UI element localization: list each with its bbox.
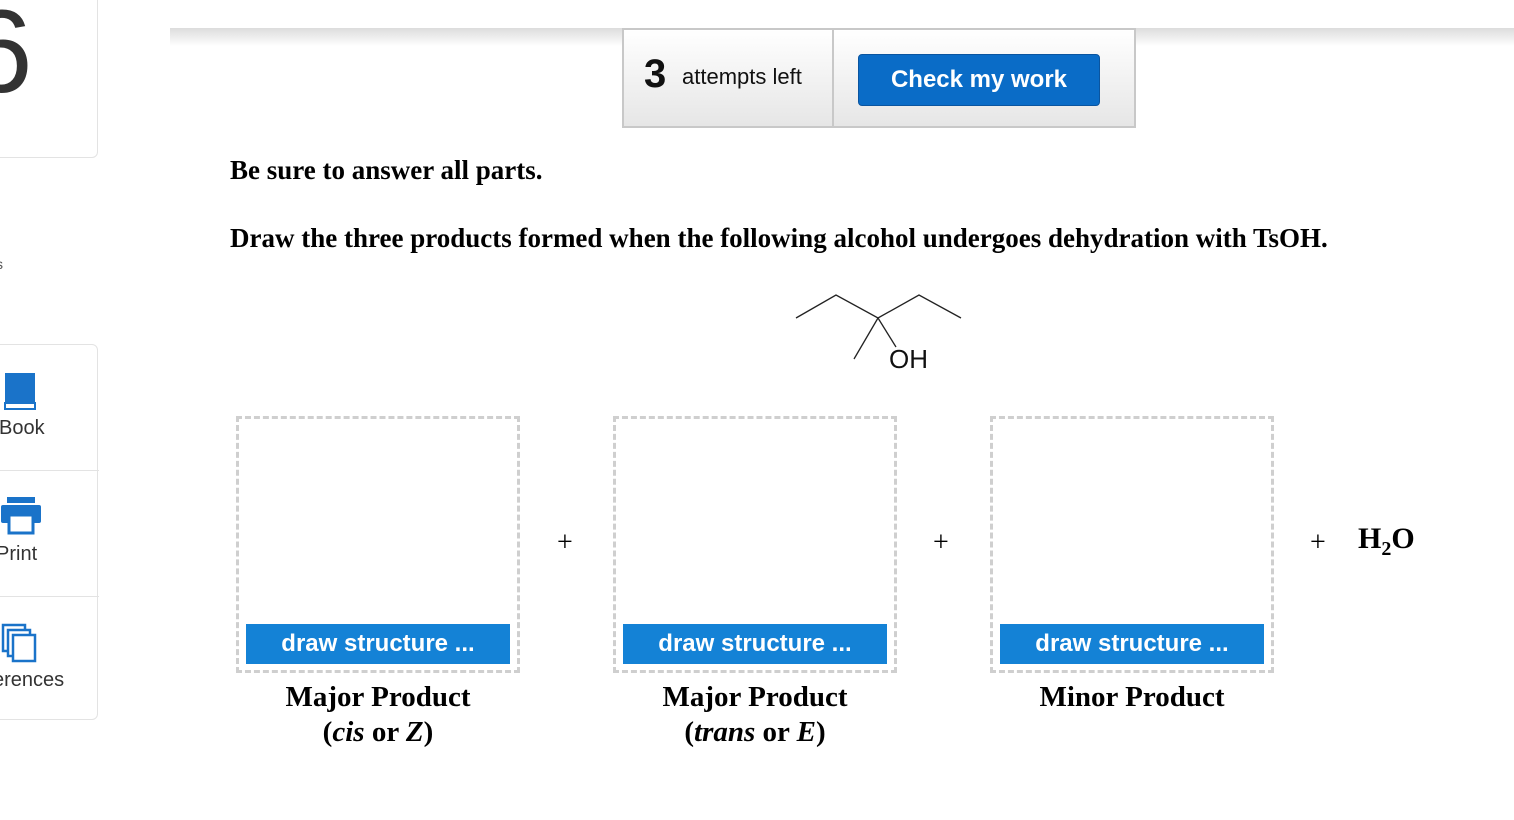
draw-structure-button-3[interactable]: draw structure ... xyxy=(1000,624,1264,664)
water-formula: H2O xyxy=(1358,522,1415,561)
product-label-1: Major Product (cis or Z) xyxy=(236,680,520,750)
product-label-stereo: (cis or Z) xyxy=(322,716,434,748)
draw-structure-button-1[interactable]: draw structure ... xyxy=(246,624,510,664)
product-label-stereo: (trans or E) xyxy=(684,716,826,748)
references-label: erences xyxy=(0,669,65,691)
check-my-work-button[interactable]: Check my work xyxy=(858,54,1100,106)
product-label-3: Minor Product xyxy=(990,680,1274,715)
alcohol-structure xyxy=(795,294,962,360)
product-label-title: Major Product xyxy=(285,681,471,713)
ebook-tool[interactable]: Book xyxy=(0,345,99,471)
printer-icon xyxy=(1,497,41,542)
product-label-2: Major Product (trans or E) xyxy=(613,680,897,750)
print-tool[interactable]: Print xyxy=(0,471,99,597)
plus-sign: + xyxy=(933,527,949,558)
rail-partial-label: s xyxy=(0,256,3,272)
ebook-label: Book xyxy=(0,417,45,439)
question-prompt: Draw the three products formed when the … xyxy=(230,223,1328,253)
references-icon xyxy=(1,623,41,670)
plus-sign: + xyxy=(557,527,573,558)
question-number: 6 xyxy=(0,0,33,111)
instruction-text: Be sure to answer all parts. xyxy=(230,155,543,185)
answer-box-2[interactable]: draw structure ... xyxy=(613,416,897,673)
references-tool[interactable]: erences xyxy=(0,597,99,723)
product-label-title: Minor Product xyxy=(1039,681,1225,713)
water-h: H xyxy=(1358,522,1382,555)
check-work-container: Check my work xyxy=(834,28,1136,128)
answer-box-3[interactable]: draw structure ... xyxy=(990,416,1274,673)
print-label: Print xyxy=(0,543,38,565)
water-o: O xyxy=(1391,522,1415,555)
water-subscript: 2 xyxy=(1381,538,1392,560)
answer-box-1[interactable]: draw structure ... xyxy=(236,416,520,673)
hydroxyl-label: OH xyxy=(889,344,928,374)
attempts-text: attempts left xyxy=(682,64,802,89)
book-icon xyxy=(1,371,41,416)
attempts-count: 3 xyxy=(644,52,667,96)
tools-panel: Book Print erences xyxy=(0,344,99,723)
plus-sign: + xyxy=(1310,527,1326,558)
attempts-counter: 3 attempts left xyxy=(622,28,834,128)
draw-structure-button-2[interactable]: draw structure ... xyxy=(623,624,887,664)
product-label-title: Major Product xyxy=(662,681,848,713)
question-number-card: 6 xyxy=(0,0,98,158)
